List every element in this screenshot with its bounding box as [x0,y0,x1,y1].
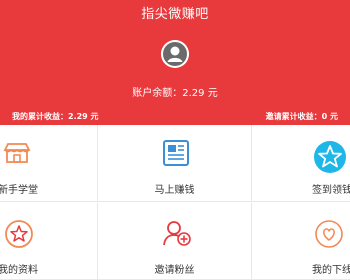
menu-item-invite-fans[interactable]: 邀请粉丝 [98,203,252,280]
menu-item-sign-in[interactable]: 签到领钱 [252,125,350,202]
add-user-icon [163,221,191,246]
menu-label: 邀请粉丝 [154,265,195,276]
menu-label: 我的资料 [0,265,38,276]
menu-label: 签到领钱 [312,185,350,196]
heart-icon [315,220,343,248]
menu-item-earn-now[interactable]: 马上赚钱 [98,125,252,202]
user-avatar-icon [161,40,189,68]
menu-item-my-profile[interactable]: 我的资料 [0,203,98,280]
star-outline-icon [5,220,33,248]
account-header: 账户余额：2.29 元 [0,32,350,108]
storefront-icon [3,143,31,163]
my-total-earnings: 我的累计收益：2.29 元 [12,112,99,121]
menu-item-my-downline[interactable]: 我的下线 [252,203,350,280]
menu-label: 我的下线 [312,265,350,276]
invite-total-earnings: 邀请累计收益：0 元 [265,112,338,121]
account-balance: 账户余额：2.29 元 [132,88,218,99]
app-title-bar: 指尖微赚吧 [0,0,350,32]
app-title: 指尖微赚吧 [141,7,209,22]
avatar[interactable] [161,40,189,68]
menu-grid: 新手学堂 马上赚钱 签到领钱 我的资料 邀请粉丝 我的下线 [0,125,350,280]
menu-label: 马上赚钱 [154,185,195,196]
menu-item-newbie-school[interactable]: 新手学堂 [0,125,98,202]
star-circle-icon [314,141,346,173]
earnings-bar: 我的累计收益：2.29 元 邀请累计收益：0 元 [0,108,350,125]
menu-label: 新手学堂 [0,185,38,196]
newspaper-icon [163,140,189,166]
